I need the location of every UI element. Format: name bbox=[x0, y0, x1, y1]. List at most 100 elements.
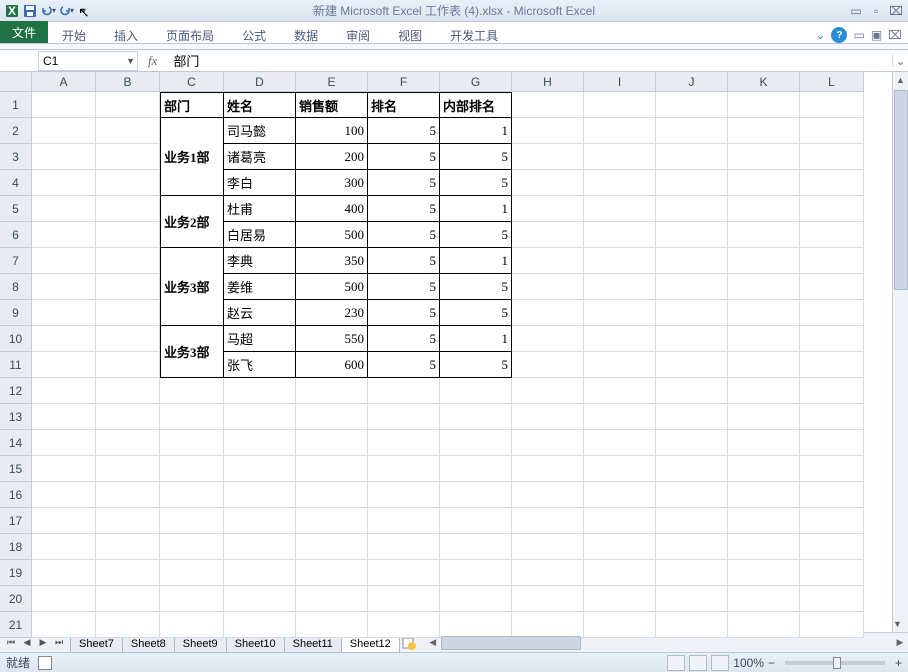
cell[interactable] bbox=[800, 534, 864, 560]
column-header[interactable]: C bbox=[160, 72, 224, 92]
cell[interactable] bbox=[296, 378, 368, 404]
cell[interactable] bbox=[728, 430, 800, 456]
cell[interactable] bbox=[728, 378, 800, 404]
cell[interactable] bbox=[96, 196, 160, 222]
ribbon-tab[interactable]: 公式 bbox=[228, 23, 280, 43]
cell[interactable] bbox=[800, 456, 864, 482]
cell[interactable] bbox=[440, 456, 512, 482]
data-cell[interactable]: 5 bbox=[440, 352, 512, 378]
cell[interactable] bbox=[96, 248, 160, 274]
cell[interactable] bbox=[728, 326, 800, 352]
cell[interactable] bbox=[728, 248, 800, 274]
column-header[interactable]: D bbox=[224, 72, 296, 92]
cell[interactable] bbox=[96, 144, 160, 170]
cell[interactable] bbox=[96, 404, 160, 430]
cell[interactable] bbox=[296, 612, 368, 638]
cell[interactable] bbox=[160, 586, 224, 612]
cell[interactable] bbox=[224, 560, 296, 586]
cell[interactable] bbox=[728, 144, 800, 170]
cell[interactable] bbox=[800, 170, 864, 196]
data-cell[interactable]: 5 bbox=[368, 352, 440, 378]
row-header[interactable]: 2 bbox=[0, 118, 32, 144]
cell[interactable] bbox=[440, 586, 512, 612]
ribbon-tab[interactable]: 开发工具 bbox=[436, 23, 512, 43]
cell[interactable] bbox=[584, 352, 656, 378]
scroll-right-icon[interactable]: ▶ bbox=[892, 635, 908, 651]
cell[interactable] bbox=[728, 352, 800, 378]
data-cell[interactable]: 5 bbox=[440, 170, 512, 196]
data-cell[interactable]: 业务1部 bbox=[160, 118, 224, 196]
cell[interactable] bbox=[512, 222, 584, 248]
cell[interactable] bbox=[584, 482, 656, 508]
cell[interactable] bbox=[656, 430, 728, 456]
cell[interactable] bbox=[512, 352, 584, 378]
data-cell[interactable]: 李白 bbox=[224, 170, 296, 196]
data-cell[interactable]: 5 bbox=[368, 274, 440, 300]
cell[interactable] bbox=[296, 534, 368, 560]
cell[interactable] bbox=[512, 430, 584, 456]
cell[interactable] bbox=[32, 300, 96, 326]
cell[interactable] bbox=[224, 430, 296, 456]
zoom-out-icon[interactable]: − bbox=[768, 656, 775, 670]
row-header[interactable]: 6 bbox=[0, 222, 32, 248]
cell[interactable] bbox=[96, 378, 160, 404]
name-box[interactable]: ▼ bbox=[38, 51, 138, 71]
data-cell[interactable]: 内部排名 bbox=[440, 92, 512, 118]
cell[interactable] bbox=[656, 352, 728, 378]
cell[interactable] bbox=[368, 456, 440, 482]
cell[interactable] bbox=[368, 586, 440, 612]
cell[interactable] bbox=[512, 92, 584, 118]
formula-expand-icon[interactable]: ⌄ bbox=[892, 54, 908, 68]
cell[interactable] bbox=[32, 352, 96, 378]
normal-view-icon[interactable] bbox=[667, 655, 685, 671]
ribbon-tab[interactable]: 数据 bbox=[280, 23, 332, 43]
cell[interactable] bbox=[32, 144, 96, 170]
data-cell[interactable]: 200 bbox=[296, 144, 368, 170]
cell[interactable] bbox=[728, 404, 800, 430]
cell[interactable] bbox=[96, 534, 160, 560]
page-break-view-icon[interactable] bbox=[711, 655, 729, 671]
cell[interactable] bbox=[728, 170, 800, 196]
data-cell[interactable]: 姓名 bbox=[224, 92, 296, 118]
ribbon-tab[interactable]: 开始 bbox=[48, 23, 100, 43]
vertical-scroll-thumb[interactable] bbox=[894, 90, 908, 290]
cell[interactable] bbox=[800, 222, 864, 248]
data-cell[interactable]: 5 bbox=[368, 196, 440, 222]
cell[interactable] bbox=[440, 560, 512, 586]
cell[interactable] bbox=[32, 534, 96, 560]
data-cell[interactable]: 5 bbox=[368, 326, 440, 352]
row-header[interactable]: 13 bbox=[0, 404, 32, 430]
cell[interactable] bbox=[512, 378, 584, 404]
data-cell[interactable]: 400 bbox=[296, 196, 368, 222]
cell[interactable] bbox=[96, 222, 160, 248]
cell[interactable] bbox=[584, 586, 656, 612]
data-cell[interactable]: 马超 bbox=[224, 326, 296, 352]
zoom-in-icon[interactable]: + bbox=[895, 656, 902, 670]
scroll-up-icon[interactable]: ▲ bbox=[893, 72, 908, 88]
cell[interactable] bbox=[368, 508, 440, 534]
data-cell[interactable]: 杜甫 bbox=[224, 196, 296, 222]
cell[interactable] bbox=[32, 274, 96, 300]
row-header[interactable]: 17 bbox=[0, 508, 32, 534]
cell[interactable] bbox=[224, 508, 296, 534]
cell[interactable] bbox=[800, 404, 864, 430]
data-cell[interactable]: 诸葛亮 bbox=[224, 144, 296, 170]
cell[interactable] bbox=[32, 196, 96, 222]
cell[interactable] bbox=[512, 274, 584, 300]
cell[interactable] bbox=[224, 586, 296, 612]
data-cell[interactable]: 5 bbox=[368, 248, 440, 274]
vertical-scrollbar[interactable]: ▲ ▼ bbox=[892, 72, 908, 632]
data-cell[interactable]: 550 bbox=[296, 326, 368, 352]
zoom-slider[interactable] bbox=[785, 661, 885, 665]
name-box-dropdown-icon[interactable]: ▼ bbox=[126, 56, 135, 66]
cell[interactable] bbox=[224, 612, 296, 638]
cell[interactable] bbox=[656, 248, 728, 274]
cell[interactable] bbox=[368, 404, 440, 430]
cell[interactable] bbox=[32, 118, 96, 144]
cell[interactable] bbox=[96, 352, 160, 378]
data-cell[interactable]: 排名 bbox=[368, 92, 440, 118]
cell[interactable] bbox=[728, 196, 800, 222]
data-cell[interactable]: 5 bbox=[440, 222, 512, 248]
cell[interactable] bbox=[512, 196, 584, 222]
help-icon[interactable]: ? bbox=[831, 27, 847, 43]
